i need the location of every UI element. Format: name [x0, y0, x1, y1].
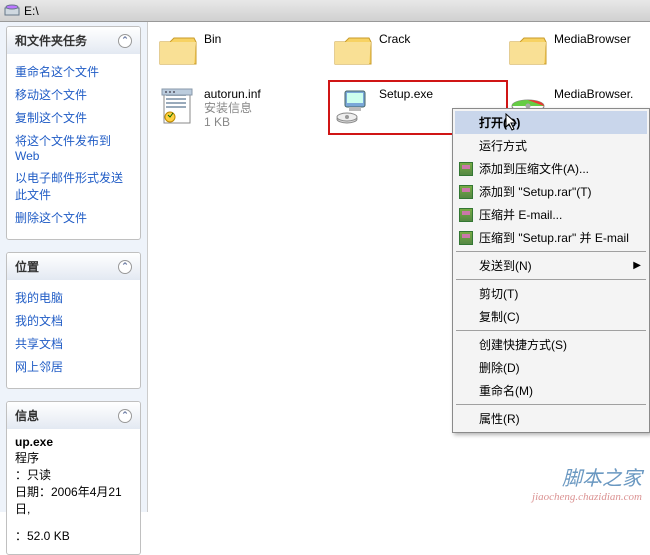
drive-icon: [4, 3, 20, 19]
panel-header[interactable]: 信息 ⌃: [7, 402, 140, 429]
menu-copy[interactable]: 复制(C): [455, 305, 647, 328]
submenu-arrow-icon: ▶: [633, 260, 641, 271]
place-shared[interactable]: 共享文档: [15, 332, 132, 355]
place-network[interactable]: 网上邻居: [15, 355, 132, 378]
window-title: E:\: [24, 4, 39, 18]
menu-runas[interactable]: 运行方式: [455, 134, 647, 157]
detail-size: ：52.0 KB: [15, 527, 132, 544]
folder-icon: [333, 32, 373, 68]
menu-sendto[interactable]: 发送到(N)▶: [455, 254, 647, 277]
place-mydocs[interactable]: 我的文档: [15, 309, 132, 332]
menu-compress-rar-email[interactable]: 压缩到 "Setup.rar" 并 E-mail: [455, 226, 647, 249]
detail-type: 程序: [15, 449, 132, 466]
context-menu: 打开(O) 运行方式 添加到压缩文件(A)... 添加到 "Setup.rar"…: [452, 108, 650, 433]
folder-item[interactable]: Crack: [333, 32, 503, 68]
setup-exe-icon: [333, 87, 373, 127]
task-move[interactable]: 移动这个文件: [15, 83, 132, 106]
folder-item[interactable]: Bin: [158, 32, 328, 68]
panel-header[interactable]: 和文件夹任务 ⌃: [7, 27, 140, 54]
task-email[interactable]: 以电子邮件形式发送此文件: [15, 166, 132, 206]
collapse-icon[interactable]: ⌃: [118, 409, 132, 423]
menu-compress-email[interactable]: 压缩并 E-mail...: [455, 203, 647, 226]
rar-icon: [459, 162, 473, 176]
cursor-icon: [505, 113, 519, 133]
folder-item[interactable]: MediaBrowser: [508, 32, 650, 68]
panel-header[interactable]: 位置 ⌃: [7, 253, 140, 280]
titlebar: E:\: [0, 0, 650, 22]
places-panel: 位置 ⌃ 我的电脑 我的文档 共享文档 网上邻居: [6, 252, 141, 389]
rar-icon: [459, 185, 473, 199]
menu-separator: [456, 251, 646, 252]
menu-add-setup-rar[interactable]: 添加到 "Setup.rar"(T): [455, 180, 647, 203]
collapse-icon[interactable]: ⌃: [118, 34, 132, 48]
menu-cut[interactable]: 剪切(T): [455, 282, 647, 305]
menu-rename[interactable]: 重命名(M): [455, 379, 647, 402]
menu-delete[interactable]: 删除(D): [455, 356, 647, 379]
task-delete[interactable]: 删除这个文件: [15, 206, 132, 229]
menu-separator: [456, 404, 646, 405]
rar-icon: [459, 231, 473, 245]
collapse-icon[interactable]: ⌃: [118, 260, 132, 274]
task-copy[interactable]: 复制这个文件: [15, 106, 132, 129]
file-tasks-panel: 和文件夹任务 ⌃ 重命名这个文件 移动这个文件 复制这个文件 将这个文件发布到 …: [6, 26, 141, 240]
file-item[interactable]: autorun.inf 安装信息 1 KB: [158, 87, 328, 129]
menu-add-archive[interactable]: 添加到压缩文件(A)...: [455, 157, 647, 180]
file-list[interactable]: Bin Crack MediaBrowser autorun.inf 安装信息 …: [148, 22, 650, 512]
detail-name: up.exe: [15, 435, 53, 449]
menu-separator: [456, 330, 646, 331]
details-panel: 信息 ⌃ up.exe 程序 ：只读 日期：2006年4月21日, ：52.0 …: [6, 401, 141, 555]
rar-icon: [459, 208, 473, 222]
menu-open[interactable]: 打开(O): [455, 111, 647, 134]
menu-separator: [456, 279, 646, 280]
place-mycomputer[interactable]: 我的电脑: [15, 286, 132, 309]
inf-file-icon: [158, 87, 198, 127]
menu-properties[interactable]: 属性(R): [455, 407, 647, 430]
menu-create-shortcut[interactable]: 创建快捷方式(S): [455, 333, 647, 356]
task-pane: 和文件夹任务 ⌃ 重命名这个文件 移动这个文件 复制这个文件 将这个文件发布到 …: [0, 22, 148, 512]
folder-icon: [158, 32, 198, 68]
task-rename[interactable]: 重命名这个文件: [15, 60, 132, 83]
watermark: 脚本之家 jiaocheng.chazidian.com: [532, 470, 642, 506]
detail-attr: ：只读: [15, 466, 132, 483]
task-publish[interactable]: 将这个文件发布到 Web: [15, 129, 132, 166]
folder-icon: [508, 32, 548, 68]
